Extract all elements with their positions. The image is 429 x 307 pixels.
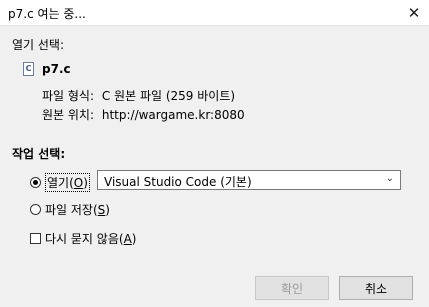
open-radio-label-wrap: 열기(O) bbox=[45, 173, 90, 192]
save-radio-label-wrap: 파일 저장(S) bbox=[45, 203, 110, 217]
open-radio-row[interactable]: 열기(O) bbox=[30, 173, 90, 192]
file-type-value: C 원본 파일 (259 바이트) bbox=[101, 89, 236, 103]
open-radio-accel: O bbox=[73, 176, 84, 190]
source-row: 원본 위치: http://wargame.kr:8080 bbox=[42, 106, 245, 123]
app-select-value: Visual Studio Code (기본) bbox=[104, 175, 252, 189]
save-radio[interactable] bbox=[30, 204, 41, 215]
app-select[interactable]: Visual Studio Code (기본) ⌄ bbox=[97, 170, 401, 190]
open-selection-label: 열기 선택: bbox=[12, 38, 65, 52]
save-radio-row[interactable]: 파일 저장(S) bbox=[30, 201, 110, 218]
window-title: p7.c 여는 중... bbox=[8, 7, 86, 21]
save-radio-label: 파일 저장 bbox=[45, 203, 93, 217]
c-source-file-icon: C bbox=[23, 62, 34, 76]
close-icon: ✕ bbox=[407, 4, 421, 22]
dont-ask-row[interactable]: 다시 묻지 않음(A) bbox=[30, 230, 136, 247]
action-selection-label: 작업 선택: bbox=[12, 147, 66, 161]
dont-ask-accel: A bbox=[123, 232, 132, 246]
open-radio-label: 열기 bbox=[47, 176, 70, 190]
save-radio-accel: S bbox=[97, 203, 106, 217]
dont-ask-label-wrap: 다시 묻지 않음(A) bbox=[45, 232, 137, 246]
cancel-button[interactable]: 취소 bbox=[339, 276, 413, 300]
file-name: p7.c bbox=[42, 62, 71, 76]
chevron-down-icon: ⌄ bbox=[385, 173, 394, 184]
file-type-row: 파일 형식: C 원본 파일 (259 바이트) bbox=[42, 87, 235, 104]
open-radio[interactable] bbox=[30, 177, 41, 188]
source-label: 원본 위치: bbox=[42, 108, 95, 122]
title-bar: p7.c 여는 중... ✕ bbox=[0, 0, 429, 26]
dont-ask-checkbox[interactable] bbox=[30, 233, 41, 244]
source-value: http://wargame.kr:8080 bbox=[101, 108, 245, 122]
dont-ask-label: 다시 묻지 않음 bbox=[45, 232, 119, 246]
close-button[interactable]: ✕ bbox=[399, 0, 429, 26]
ok-button[interactable]: 확인 bbox=[255, 276, 329, 300]
file-type-label: 파일 형식: bbox=[42, 89, 95, 103]
